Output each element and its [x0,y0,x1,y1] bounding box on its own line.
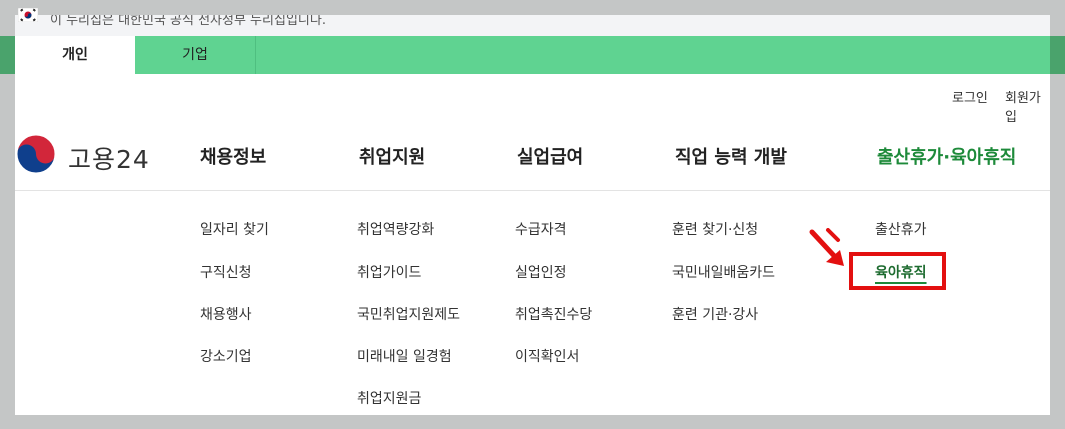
gnb-maternity-parental-leave[interactable]: 출산휴가·육아휴직 [877,143,1016,169]
tab-divider [255,36,256,74]
tab-personal[interactable]: 개인 [15,36,135,74]
korea-flag-icon [17,15,39,26]
submenu-item[interactable]: 국민내일배움카드 [672,262,775,282]
gnb-divider [15,190,1050,191]
submenu-item[interactable]: 훈련 찾기·신청 [672,219,758,239]
submenu-item[interactable]: 취업가이드 [357,262,421,282]
submenu-item[interactable]: 미래내일 일경험 [357,346,452,366]
gnb-vocational-training[interactable]: 직업 능력 개발 [675,143,787,169]
logo-text: 고용24 [68,145,150,174]
login-link[interactable]: 로그인 [952,87,988,106]
gov-notice-inner: 이 누리집은 대한민국 공식 전자정부 누리집입니다. [15,15,1050,36]
submenu-item[interactable]: 실업인정 [515,262,567,282]
gnb-employment-support[interactable]: 취업지원 [359,143,425,169]
submenu-item[interactable]: 취업역량강화 [357,219,434,239]
submenu-item-maternity-leave[interactable]: 출산휴가 [875,219,927,239]
submenu-item[interactable]: 취업촉진수당 [515,304,592,324]
signup-link[interactable]: 회원가입 [1005,87,1050,125]
highlight-box [849,252,946,290]
submenu-item[interactable]: 강소기업 [200,346,252,366]
submenu-item[interactable]: 취업지원금 [357,388,421,408]
red-arrow-icon [809,228,844,266]
submenu-item[interactable]: 일자리 찾기 [200,219,269,239]
submenu-item[interactable]: 수급자격 [515,219,567,239]
submenu-item[interactable]: 훈련 기관·강사 [672,304,758,324]
gnb-unemployment-benefit[interactable]: 실업급여 [517,143,583,169]
user-type-tabs: 개인 기업 [15,36,1050,74]
submenu-item[interactable]: 채용행사 [200,304,252,324]
gnb-job-info[interactable]: 채용정보 [200,143,266,169]
dropdown-menu-panel: 이 누리집은 대한민국 공식 전자정부 누리집입니다. 개인 기업 로그인 회원… [15,15,1050,415]
submenu-item[interactable]: 국민취업지원제도 [357,304,460,324]
gov-notice-text: 이 누리집은 대한민국 공식 전자정부 누리집입니다. [50,15,326,28]
tab-business[interactable]: 기업 [135,36,255,74]
submenu-item[interactable]: 이직확인서 [515,346,579,366]
submenu-item[interactable]: 구직신청 [200,262,252,282]
